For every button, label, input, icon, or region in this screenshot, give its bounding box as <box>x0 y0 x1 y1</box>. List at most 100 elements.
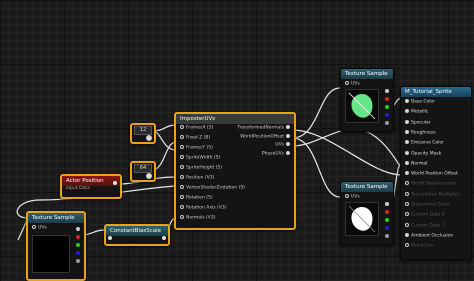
constant-value[interactable]: 12 <box>134 126 152 135</box>
material-pin[interactable]: Metallic <box>405 109 428 115</box>
pin-icon <box>405 181 409 186</box>
imposter-input-pin[interactable]: Position (V3) <box>180 175 214 182</box>
node-title: ImposterUVs <box>176 114 294 124</box>
pin-label: FramesY (S) <box>186 145 213 151</box>
imposter-output-pin[interactable]: WorldPositionOffset <box>240 133 290 141</box>
material-pin-label: Tessellation Multiplier <box>411 192 460 198</box>
constant-bias-scale-node[interactable]: ConstantBiasScale <box>104 224 170 246</box>
pin-icon <box>405 243 409 248</box>
uvs-pin[interactable]: UVs <box>345 81 360 88</box>
texture-preview <box>345 89 379 123</box>
sprite-preview-icon <box>348 92 376 120</box>
imposter-input-pin[interactable]: Normals (V3) <box>180 215 216 222</box>
material-pin-label: Specular <box>411 120 431 126</box>
material-pin-label: Base Color <box>411 99 436 105</box>
pin-icon <box>180 165 184 169</box>
material-pin[interactable]: Normal <box>405 160 428 167</box>
imposter-uvs-node[interactable]: ImposterUVs FramesX (S) Fixed Z (B) Frames… <box>174 112 296 230</box>
material-pin[interactable]: Subsurface Color <box>405 202 449 208</box>
material-pin[interactable]: Opacity Mask <box>405 150 442 156</box>
material-pin-label: Normal <box>411 161 428 167</box>
output-pin[interactable] <box>146 135 152 141</box>
rgb-pin[interactable] <box>385 89 389 93</box>
actor-position-node[interactable]: Actor Position Input Data <box>60 174 122 199</box>
input-pin[interactable] <box>108 236 112 240</box>
g-pin[interactable] <box>385 105 389 109</box>
texture-sample-node-top[interactable]: Texture Sample UVs <box>340 68 394 132</box>
rgb-pin[interactable] <box>76 227 80 231</box>
output-pin[interactable] <box>146 173 152 179</box>
pin-icon <box>286 150 290 155</box>
material-pin[interactable]: Custom Data 0 <box>405 212 445 218</box>
imposter-input-pin[interactable]: SpriteHeight (S) <box>180 165 222 172</box>
pin-icon <box>405 212 409 217</box>
g-pin[interactable] <box>385 218 389 222</box>
uvs-pin[interactable]: UVs <box>345 194 360 201</box>
b-pin[interactable] <box>385 113 389 117</box>
pin-icon <box>180 125 184 129</box>
material-pin[interactable]: World Position Offset <box>405 171 458 177</box>
imposter-input-pin[interactable]: Rotation (S) <box>180 195 213 202</box>
uvs-pin[interactable]: UVs <box>32 225 47 232</box>
a-pin[interactable] <box>385 234 389 238</box>
texture-sample-node-mid[interactable]: Texture Sample UVs <box>340 181 394 245</box>
material-pin[interactable]: Tessellation Multiplier <box>405 191 460 198</box>
material-pin[interactable]: Roughness <box>405 129 436 135</box>
pin-label: Rotation (S) <box>186 195 213 201</box>
constant-64-node[interactable]: 64 <box>130 161 156 182</box>
imposter-output-pin[interactable]: UVs <box>275 142 290 149</box>
imposter-input-pin[interactable]: VertexShaderZrotation (S) <box>180 185 245 192</box>
pin-label: Fixed Z (B) <box>186 135 211 141</box>
pin-icon <box>180 145 184 149</box>
imposter-input-pin[interactable]: FramesX (S) <box>180 125 213 132</box>
output-pin[interactable] <box>162 236 166 240</box>
texture-sample-node-left[interactable]: Texture Sample UVs <box>26 211 86 281</box>
pin-label: SpriteHeight (S) <box>186 165 223 171</box>
pin-icon <box>180 215 184 219</box>
node-title: Actor Position <box>62 176 120 186</box>
material-pin-label: Metallic <box>411 109 429 115</box>
rgb-pin[interactable] <box>385 202 389 206</box>
constant-value[interactable]: 64 <box>134 164 152 173</box>
pin-icon <box>180 135 184 139</box>
material-pin[interactable]: World Displacement <box>405 181 456 187</box>
pin-icon <box>405 202 409 206</box>
b-pin[interactable] <box>385 226 389 230</box>
material-pin-label: Emissive Color <box>411 140 445 146</box>
pin-icon <box>180 155 184 159</box>
imposter-output-pin[interactable]: PhaseUVs <box>262 150 290 158</box>
material-pin-label: Refraction <box>411 243 434 249</box>
pin-icon <box>405 222 409 227</box>
constant-12-node[interactable]: 12 <box>130 123 156 144</box>
imposter-input-pin[interactable]: FramesY (S) <box>180 145 213 152</box>
output-pin[interactable] <box>113 181 117 185</box>
material-pin[interactable]: Custom Data 1 <box>405 222 445 229</box>
pin-icon <box>405 191 409 196</box>
a-pin[interactable] <box>385 121 389 125</box>
a-pin[interactable] <box>76 259 80 263</box>
r-pin[interactable] <box>385 210 389 214</box>
pin-icon <box>286 142 290 146</box>
material-pin-label: World Position Offset <box>411 171 458 177</box>
pin-label: FramesX (S) <box>186 125 214 131</box>
texture-preview <box>32 235 70 273</box>
pin-icon <box>180 195 184 199</box>
node-title: Texture Sample <box>28 213 84 223</box>
imposter-output-pin[interactable]: TransformedNormals <box>237 125 290 132</box>
material-pin[interactable]: Ambient Occlusion <box>405 232 453 238</box>
node-title: ConstantBiasScale <box>106 226 168 236</box>
imposter-input-pin[interactable]: Rotation Axis (V3) <box>180 205 226 212</box>
material-pin[interactable]: Base Color <box>405 99 435 105</box>
r-pin[interactable] <box>385 97 389 101</box>
material-result-node[interactable]: M_Tutorial_Sprite Base Color Metallic Spec… <box>400 86 472 260</box>
g-pin[interactable] <box>76 243 80 247</box>
material-pin-label: Opacity Mask <box>411 151 442 156</box>
material-pin[interactable]: Specular <box>405 119 431 126</box>
b-pin[interactable] <box>76 251 80 255</box>
imposter-input-pin[interactable]: Fixed Z (B) <box>180 135 210 142</box>
material-pin-label: Custom Data 1 <box>411 223 445 229</box>
material-pin[interactable]: Emissive Color <box>405 140 444 146</box>
material-pin[interactable]: Refraction <box>405 243 434 249</box>
imposter-input-pin[interactable]: SpriteWidth (S) <box>180 155 220 162</box>
r-pin[interactable] <box>76 235 80 239</box>
